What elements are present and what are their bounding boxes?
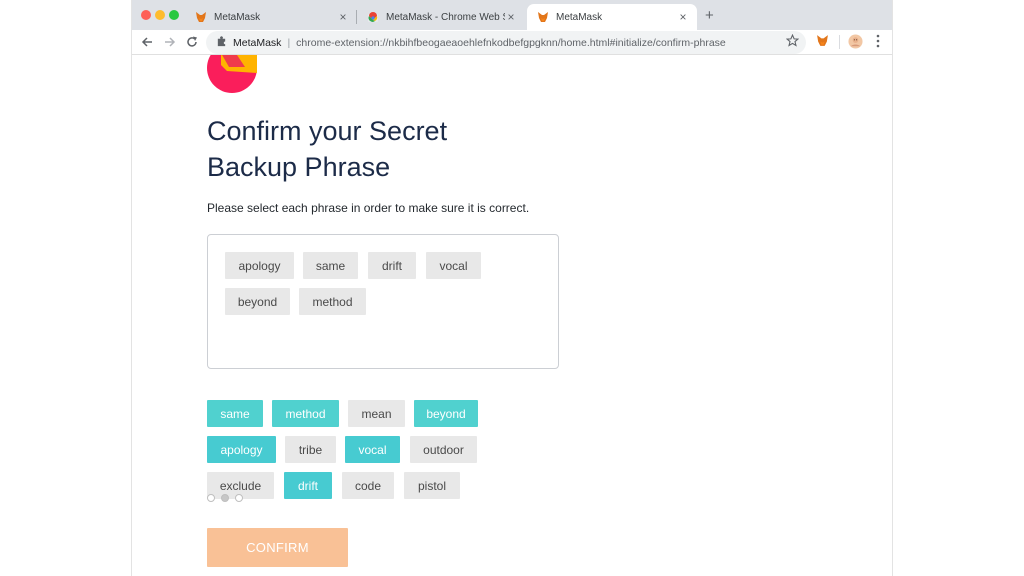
selected-word-chip[interactable]: same [303, 252, 358, 279]
back-arrow-icon[interactable] [139, 34, 155, 50]
word-chip-beyond[interactable]: beyond [414, 400, 478, 427]
word-chip-drift[interactable]: drift [284, 472, 332, 499]
word-chip-method[interactable]: method [272, 400, 339, 427]
selected-word-chip[interactable]: beyond [225, 288, 290, 315]
step-dot [207, 494, 215, 502]
tab-close-icon[interactable]: × [677, 10, 689, 24]
word-chip-code[interactable]: code [342, 472, 394, 499]
more-menu-icon[interactable] [876, 34, 880, 53]
word-chip-vocal[interactable]: vocal [345, 436, 400, 463]
omnibox-divider: | [287, 36, 291, 49]
word-chip-outdoor[interactable]: outdoor [410, 436, 477, 463]
step-dot [235, 494, 243, 502]
metamask-extension-icon[interactable] [816, 34, 829, 52]
tab-close-icon[interactable]: × [505, 10, 517, 24]
step-dot [221, 494, 229, 502]
profile-avatar[interactable] [848, 34, 863, 54]
metamask-fox-icon [537, 11, 549, 23]
tab-title: MetaMask - Chrome Web Store [386, 11, 505, 23]
tab-close-icon[interactable]: × [337, 10, 349, 24]
bookmark-star-icon[interactable] [785, 33, 800, 52]
page-title: Confirm your Secret Backup Phrase [207, 113, 527, 185]
selected-word-chip[interactable]: method [299, 288, 366, 315]
selected-word-chip[interactable]: vocal [426, 252, 481, 279]
step-indicator [207, 494, 243, 502]
word-chip-pistol[interactable]: pistol [404, 472, 460, 499]
new-tab-button[interactable]: + [705, 7, 714, 24]
tab-strip: MetaMask × MetaMask - Chrome Web Store ×… [132, 0, 892, 30]
toolbar-separator [839, 35, 840, 49]
word-chip-tribe[interactable]: tribe [285, 436, 336, 463]
browser-window: MetaMask × MetaMask - Chrome Web Store ×… [131, 0, 893, 576]
screen: MetaMask × MetaMask - Chrome Web Store ×… [0, 0, 1024, 576]
word-chip-mean[interactable]: mean [348, 400, 405, 427]
tab-title: MetaMask [214, 11, 261, 23]
url-text: chrome-extension://nkbihfbeogaeaoehlefnk… [296, 36, 726, 49]
page-title-line-2: Backup Phrase [207, 152, 391, 182]
tab-title: MetaMask [556, 11, 603, 23]
forward-arrow-icon[interactable] [162, 34, 178, 50]
selected-word-chip[interactable]: drift [368, 252, 416, 279]
maximize-window-button[interactable] [169, 10, 179, 20]
instruction-text: Please select each phrase in order to ma… [207, 201, 530, 215]
address-bar[interactable]: MetaMask | chrome-extension://nkbihfbeog… [206, 31, 806, 54]
tab-metamask-1[interactable]: MetaMask × [185, 4, 357, 30]
metamask-logo-icon [207, 45, 257, 93]
word-chip-same[interactable]: same [207, 400, 263, 427]
reload-icon[interactable] [184, 34, 200, 50]
minimize-window-button[interactable] [155, 10, 165, 20]
selected-word-chip[interactable]: apology [225, 252, 294, 279]
tab-chrome-web-store[interactable]: MetaMask - Chrome Web Store × [357, 4, 525, 30]
word-chip-apology[interactable]: apology [207, 436, 276, 463]
tab-metamask-active[interactable]: MetaMask × [527, 4, 697, 30]
selected-phrase-box: apology same drift vocal beyond method [207, 234, 559, 369]
close-window-button[interactable] [141, 10, 151, 20]
chrome-web-store-icon [367, 11, 379, 23]
confirm-button[interactable]: CONFIRM [207, 528, 348, 567]
page-title-line-1: Confirm your Secret [207, 116, 448, 146]
metamask-fox-icon [195, 11, 207, 23]
